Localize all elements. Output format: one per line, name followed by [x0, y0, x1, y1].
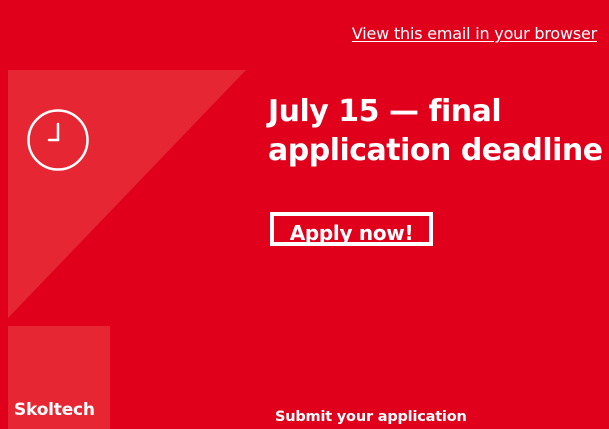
- deadline-headline: July 15 — final application deadline: [268, 92, 603, 170]
- email-banner: View this email in your browser July 15 …: [0, 0, 609, 429]
- view-in-browser-link[interactable]: View this email in your browser: [352, 24, 597, 43]
- clock-icon: [27, 109, 89, 171]
- headline-line-1: July 15 — final: [268, 94, 502, 129]
- headline-line-2: application deadline: [268, 133, 603, 168]
- submit-application-heading: Submit your application: [275, 409, 467, 425]
- apply-now-button[interactable]: Apply now!: [270, 212, 433, 246]
- skoltech-logo[interactable]: Skoltech: [14, 400, 95, 420]
